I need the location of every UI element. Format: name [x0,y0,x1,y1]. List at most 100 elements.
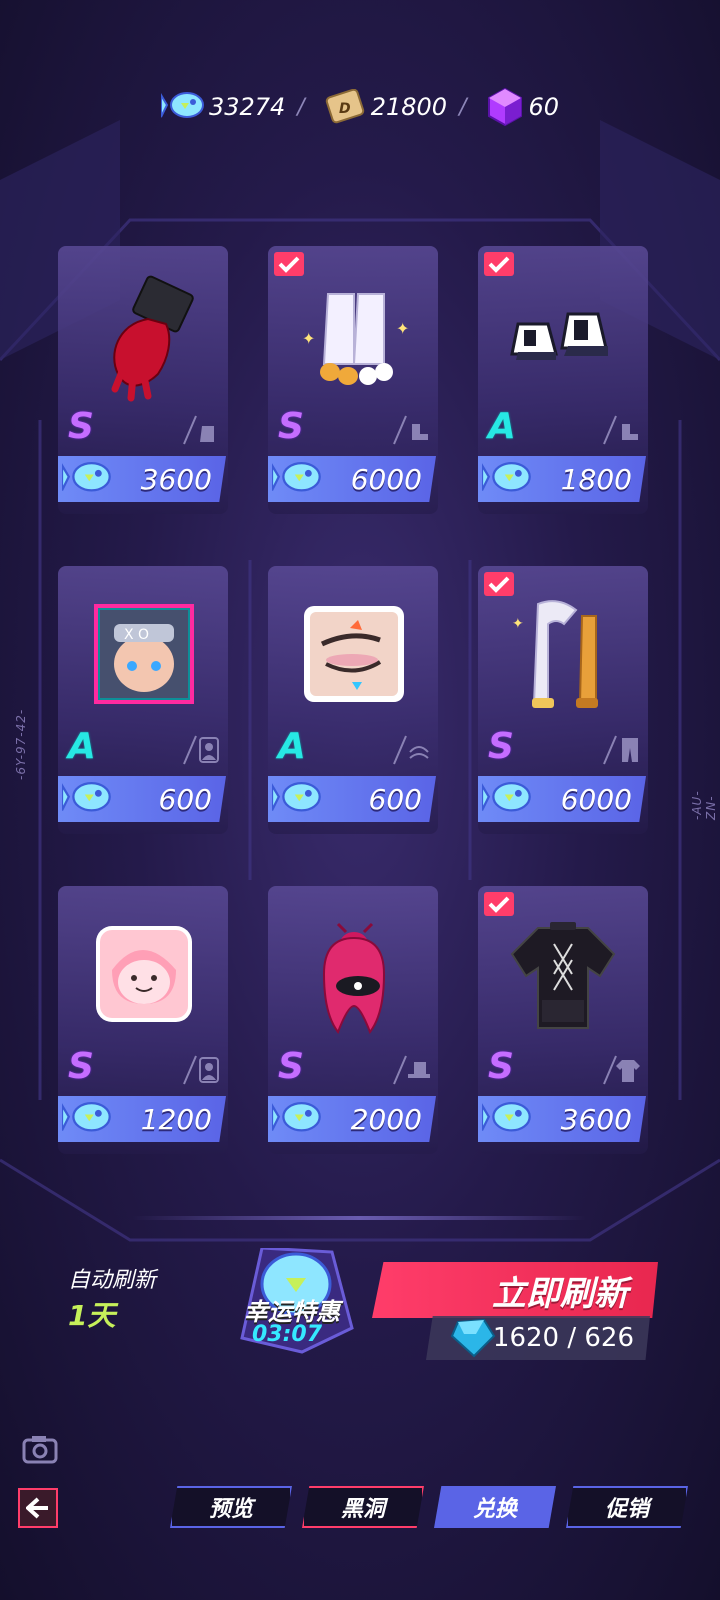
fish-currency: 33274 / [160,89,313,125]
cube-currency-value: 60 [528,93,560,121]
rank-label: A [488,406,516,447]
arrow-left-icon [26,1497,48,1519]
tab-preview[interactable]: 预览 [170,1486,292,1528]
fish-ticket-icon [482,781,531,812]
fish-ticket-icon [272,461,321,492]
sneakers-icon [510,312,608,360]
pink-hair-icon [323,922,386,1035]
price-tag: 3600 [58,456,226,502]
price-value: 600 [368,782,422,816]
eye-makeup-icon [304,606,404,702]
card-currency: D 21800 / [323,89,475,125]
auto-refresh-info: 自动刷新 1天 [68,1262,156,1334]
red-glove-art [68,264,218,404]
avatar-slot-icon [183,735,219,765]
svg-text:X O: X O [124,627,149,643]
fish-ticket-icon [272,1101,321,1132]
portrait-frame-art: X O [68,584,218,724]
rank-label: S [68,1046,94,1087]
fish-currency-value: 33274 [208,93,286,121]
lucky-deal-timer: 03:07 [251,1322,323,1347]
price-value: 3600 [140,462,212,496]
price-tag: 6000 [268,456,436,502]
shop-item-card[interactable]: S 2000 [268,886,438,1154]
shop-item-card[interactable]: A 600 [268,566,438,834]
shoe-slot-icon [603,415,638,445]
rank-label: S [488,1046,514,1087]
price-tag: 6000 [478,776,646,822]
svg-text:✦: ✦ [302,329,315,348]
hat-slot-icon [393,1055,430,1085]
tab-label: 黑洞 [340,1497,385,1522]
svg-text:✦: ✦ [512,616,524,632]
price-value: 6000 [350,462,422,496]
tab-label: 预览 [208,1497,253,1522]
fish-ticket-icon [272,781,321,812]
pink-avatar-icon [96,926,192,1022]
shirt-slot-icon [603,1055,640,1085]
price-value: 1800 [560,462,632,496]
gem-cost-value: 1620 / 626 [492,1323,634,1353]
fish-ticket-icon [482,461,531,492]
fish-ticket-icon [62,1101,111,1132]
tab-promotion[interactable]: 促销 [566,1486,688,1528]
rank-label: S [278,406,304,447]
auto-refresh-days: 1天 [68,1299,116,1332]
rank-label: S [278,1046,304,1087]
pink-avatar-art [68,904,218,1044]
avatar-slot-icon [183,1055,219,1085]
tab-exchange[interactable]: 兑换 [434,1486,556,1528]
price-tag: 1200 [58,1096,226,1142]
currency-separator: / [459,94,467,120]
price-value: 3600 [560,1102,632,1136]
currency-bar: 33274 / D 21800 / 60 [0,82,720,132]
shoe-slot-icon [393,415,428,445]
section-divider [132,1216,586,1220]
price-value: 2000 [350,1102,422,1136]
d-card-icon: D [325,89,364,124]
white-pants-art: ✦ [488,584,638,724]
portrait-frame-icon: X O [94,604,194,704]
cube-currency: 60 [485,87,560,127]
rank-label: S [68,406,94,447]
shop-item-card[interactable]: S 1200 [58,886,228,1154]
auto-refresh-label: 自动刷新 [68,1268,157,1293]
currency-separator: / [297,94,305,120]
purple-cube-icon [487,87,522,127]
camera-icon[interactable] [22,1434,58,1464]
white-socks-icon: ✦ ✦ [302,293,409,385]
white-socks-art: ✦ ✦ [278,264,428,404]
fish-ticket-icon [160,92,204,118]
sneakers-art [488,264,638,404]
back-button[interactable] [18,1488,58,1528]
makeup-slot-icon [393,735,429,765]
shop-item-card[interactable]: ✦ S 6000 [478,566,648,834]
rank-label: A [278,726,306,767]
shop-item-card[interactable]: A 1800 [478,246,648,514]
price-value: 1200 [140,1102,212,1136]
fish-ticket-icon [62,461,111,492]
tab-label: 促销 [604,1497,649,1522]
shop-item-card[interactable]: ✦ ✦ S 6000 [268,246,438,514]
price-tag: 600 [58,776,226,822]
lucky-deal-button[interactable]: 幸运特惠 03:07 [222,1248,362,1358]
refresh-now-button[interactable]: 立即刷新 [372,1262,658,1318]
shop-item-card[interactable]: X O A 600 [58,566,228,834]
rank-label: S [488,726,514,767]
pink-hair-art [278,904,428,1044]
gem-cost: 1620 / 626 [426,1316,650,1360]
shop-item-card[interactable]: S 3600 [478,886,648,1154]
fish-ticket-icon [62,781,111,812]
glove-slot-icon [183,415,214,445]
price-tag: 2000 [268,1096,436,1142]
svg-text:✦: ✦ [396,319,409,338]
rank-label: A [68,726,96,767]
side-code-left: -6Y-97-42- [14,708,28,780]
pants-slot-icon [603,735,638,765]
shop-tabs: 预览 黑洞 兑换 促销 [170,1486,710,1530]
shop-item-card[interactable]: S 3600 [58,246,228,514]
tab-black-hole[interactable]: 黑洞 [302,1486,424,1528]
fish-ticket-icon [482,1101,531,1132]
side-code-right: -AU-ZN-FL- [690,790,720,820]
svg-text:D: D [339,101,351,117]
